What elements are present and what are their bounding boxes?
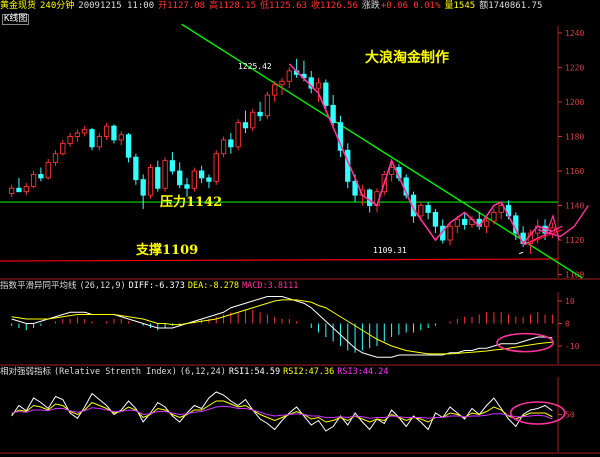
- macd-diff-value: DIFF:-6.373: [128, 281, 185, 291]
- support-line: [0, 258, 559, 262]
- macd-y-tick-label: 10: [565, 297, 575, 306]
- candle-body: [286, 70, 292, 82]
- chart-svg[interactable]: 12401220120011801160114011201100 100-10 …: [0, 0, 600, 457]
- y-tick-label: 1220: [565, 63, 584, 72]
- candle-body: [30, 173, 37, 187]
- candle-body: [367, 189, 373, 206]
- candle-body: [45, 161, 51, 179]
- candle-body: [103, 125, 110, 137]
- candle-body: [462, 218, 468, 225]
- macd-value: MACD:3.8111: [242, 281, 299, 291]
- candle-body: [74, 132, 81, 137]
- candle-body: [140, 179, 146, 196]
- rsi-full-name: (Relative Strenth Index): [54, 367, 177, 377]
- candle-body: [9, 187, 15, 194]
- candle-body: [82, 129, 88, 134]
- watermark-title: 大浪淘金制作: [365, 50, 449, 66]
- rsi2-value: RSI2:47.36: [283, 367, 335, 377]
- candle-body: [418, 205, 424, 217]
- candle-body: [169, 160, 176, 172]
- rsi-header: 相对强弱指标 (Relative Strenth Index) (6,12,24) R…: [0, 367, 391, 377]
- candle-body: [198, 170, 205, 179]
- macd-dea-value: DEA:-8.278: [187, 281, 240, 291]
- candle-body: [315, 82, 322, 89]
- candle-body: [220, 139, 227, 155]
- rsi2-line: [11, 400, 553, 423]
- low-price-marker: 1109.31: [373, 246, 407, 255]
- y-tick-label: 1120: [565, 236, 584, 245]
- candle-body: [491, 211, 497, 222]
- rsi-y-tick-label: 50: [565, 411, 575, 420]
- high-price-marker: 1225.42: [238, 62, 272, 71]
- y-tick-label: 1180: [565, 132, 584, 141]
- macd-header: 指数平滑异同平均线 (26,12,9) DIFF:-6.373 DEA:-8.278 M…: [0, 281, 301, 291]
- candle-body: [38, 173, 44, 179]
- candle-body: [432, 211, 439, 227]
- candle-body: [162, 160, 168, 189]
- candle-body: [330, 104, 336, 124]
- candle-body: [264, 94, 271, 117]
- support-label: 支撑1109: [136, 243, 199, 258]
- y-tick-label: 1140: [565, 202, 584, 211]
- candle-body: [388, 167, 395, 175]
- candle-body: [228, 139, 234, 148]
- macd-params: (26,12,9): [79, 281, 126, 291]
- macd-name[interactable]: 指数平滑异同平均线: [0, 281, 77, 291]
- candle-body: [16, 187, 22, 193]
- candle-body: [425, 205, 431, 213]
- candle-body: [242, 122, 249, 129]
- candle-body: [89, 129, 95, 148]
- candle-body: [272, 84, 278, 96]
- rsi1-line: [11, 391, 553, 432]
- candle-body: [235, 122, 241, 148]
- candle-body: [111, 125, 117, 141]
- candle-body: [147, 167, 154, 196]
- candle-body: [323, 82, 329, 106]
- candle-body: [454, 218, 461, 227]
- candle-body: [60, 142, 66, 155]
- candle-body: [447, 225, 453, 241]
- candle-body: [257, 111, 263, 117]
- candle-body: [23, 186, 29, 193]
- rsi-params: (6,12,24): [179, 367, 226, 377]
- candle-body: [155, 167, 161, 189]
- rsi3-value: RSI3:44.24: [337, 367, 389, 377]
- candle-body: [125, 134, 132, 158]
- macd-y-tick-label: -10: [565, 342, 580, 351]
- candle-body: [191, 170, 197, 189]
- macd-y-tick-label: 0: [565, 320, 570, 329]
- low-marker-line: [518, 251, 524, 255]
- candle-body: [483, 220, 490, 227]
- candle-body: [177, 170, 183, 186]
- y-tick-label: 1200: [565, 98, 584, 107]
- candle-body: [118, 134, 124, 141]
- candle-body: [96, 136, 102, 148]
- candle-body: [279, 80, 285, 86]
- candle-body: [133, 156, 139, 181]
- candle-body: [67, 136, 73, 144]
- resistance-label: 压力1142: [160, 195, 223, 210]
- kline-tab[interactable]: K线图: [2, 14, 30, 25]
- candle-body: [52, 153, 59, 163]
- y-tick-label: 1240: [565, 29, 584, 38]
- candle-body: [184, 184, 190, 189]
- rsi-name[interactable]: 相对强弱指标: [0, 367, 51, 377]
- candle-body: [213, 153, 219, 182]
- macd-dea-line: [11, 299, 553, 355]
- candle-body: [206, 177, 212, 182]
- chart-window: 黄金现货 240分钟 20091215 11:00 开1127.08 高1128.15 低…: [0, 0, 600, 457]
- kline-tab-label: K线图: [4, 14, 28, 24]
- rsi1-value: RSI1:54.59: [228, 367, 281, 377]
- candle-body: [250, 111, 256, 129]
- y-tick-label: 1160: [565, 167, 584, 176]
- macd-diff-line: [11, 296, 553, 358]
